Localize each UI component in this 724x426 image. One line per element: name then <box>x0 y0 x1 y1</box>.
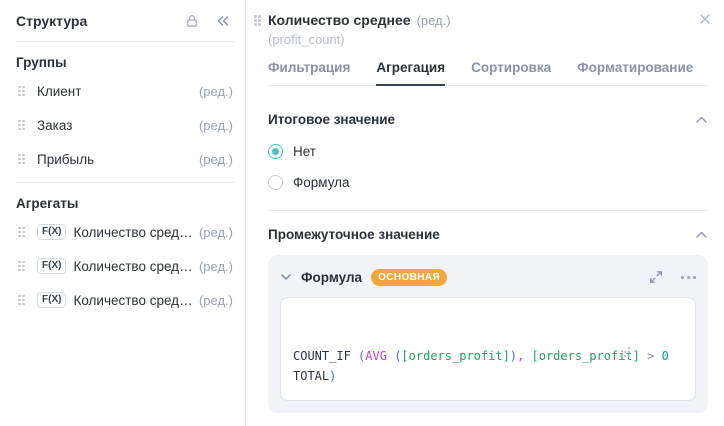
intermediate-value-title: Промежуточное значение <box>268 227 440 242</box>
settings-tab[interactable]: Сортировка <box>471 60 551 86</box>
group-item[interactable]: Заказ (ред.) <box>18 108 233 142</box>
aggregates-header: Агрегаты <box>16 196 79 211</box>
group-item-edit-link[interactable]: (ред.) <box>193 118 233 133</box>
formula-card-title: Формула <box>301 269 363 285</box>
settings-tab[interactable]: Форматирование <box>577 60 693 86</box>
sidebar-title: Структура <box>16 13 88 29</box>
formula-code-editor[interactable]: COUNT_IF (AVG ([orders_profit]), [orders… <box>280 297 696 401</box>
groups-list: Клиент (ред.) Заказ (ред.) Прибыль (ред.… <box>0 72 245 180</box>
chevron-up-icon[interactable] <box>695 230 708 240</box>
settings-tab[interactable]: Фильтрация <box>268 60 350 86</box>
groups-header: Группы <box>16 55 67 70</box>
chevron-up-icon[interactable] <box>695 115 708 125</box>
drag-handle-icon[interactable] <box>18 294 25 306</box>
more-options-icon[interactable] <box>681 275 696 279</box>
close-icon[interactable] <box>698 12 712 26</box>
section-divider <box>268 210 708 211</box>
group-item[interactable]: Прибыль (ред.) <box>18 142 233 176</box>
formula-fx-badge: F(X) <box>37 258 67 274</box>
tab-label: Фильтрация <box>268 60 351 75</box>
panel-title: Количество среднее <box>268 12 411 28</box>
formula-card: Формула ОСНОВНАЯ COUNT_IF (AVG ([orders_… <box>268 255 708 413</box>
tab-label: Форматирование <box>577 60 694 75</box>
collapse-panel-icon[interactable] <box>215 13 231 29</box>
radio-label: Нет <box>293 144 316 159</box>
group-item-label: Заказ <box>37 117 73 133</box>
group-item[interactable]: Клиент (ред.) <box>18 74 233 108</box>
formula-card-header: Формула ОСНОВНАЯ <box>280 264 696 290</box>
resize-grip-icon[interactable] <box>619 307 691 396</box>
field-id-subtitle: (profit_count) <box>268 32 345 47</box>
dataset-editor: Структура Группы Клиент (ред.) Заказ (ре… <box>0 0 724 426</box>
total-value-title: Итоговое значение <box>268 112 396 127</box>
group-item-label: Прибыль <box>37 151 95 167</box>
aggregate-item-edit-link[interactable]: (ред.) <box>193 259 233 274</box>
aggregate-item[interactable]: F(X) Количество среднее (ред.) <box>18 215 233 249</box>
aggregate-item[interactable]: F(X) Количество средн... (ред.) <box>18 249 233 283</box>
drag-handle-icon[interactable] <box>18 85 25 97</box>
radio-label: Формула <box>293 175 350 190</box>
chevron-down-icon[interactable] <box>280 271 292 283</box>
group-item-label: Клиент <box>37 83 82 99</box>
drag-handle-icon[interactable] <box>254 15 261 26</box>
aggregates-list: F(X) Количество среднее (ред.) F(X) Коли… <box>0 213 245 321</box>
drag-handle-icon[interactable] <box>18 153 25 165</box>
structure-sidebar: Структура Группы Клиент (ред.) Заказ (ре… <box>0 0 246 426</box>
total-value-section-header: Итоговое значение <box>268 112 708 127</box>
panel-header: Количество среднее (ред.) (profit_count) <box>254 12 710 47</box>
radio-option[interactable]: Нет <box>268 144 708 159</box>
aggregate-item[interactable]: F(X) Количество средн... (ред.) <box>18 283 233 317</box>
settings-tab[interactable]: Агрегация <box>376 60 446 86</box>
drag-handle-icon[interactable] <box>18 260 25 272</box>
group-item-edit-link[interactable]: (ред.) <box>193 152 233 167</box>
formula-fx-badge: F(X) <box>37 292 67 308</box>
radio-button[interactable] <box>268 144 283 159</box>
drag-handle-icon[interactable] <box>18 119 25 131</box>
radio-button[interactable] <box>268 175 283 190</box>
aggregate-item-edit-link[interactable]: (ред.) <box>193 293 233 308</box>
sidebar-header: Структура <box>0 0 245 39</box>
panel-title-edit-link[interactable]: (ред.) <box>417 13 451 28</box>
field-settings-panel: Количество среднее (ред.) (profit_count)… <box>246 0 724 426</box>
tab-label: Агрегация <box>376 60 446 75</box>
lock-icon[interactable] <box>184 13 200 29</box>
aggregate-item-label: Количество средн... <box>73 258 193 274</box>
group-item-edit-link[interactable]: (ред.) <box>193 84 233 99</box>
total-value-options: Нет Формула <box>268 144 708 190</box>
main-formula-badge: ОСНОВНАЯ <box>371 268 448 286</box>
tab-label: Сортировка <box>471 60 552 75</box>
intermediate-value-section-header: Промежуточное значение <box>268 227 708 242</box>
aggregate-item-label: Количество среднее <box>73 224 193 240</box>
radio-option[interactable]: Формула <box>268 175 708 190</box>
aggregate-item-edit-link[interactable]: (ред.) <box>193 225 233 240</box>
aggregate-item-label: Количество средн... <box>73 292 193 308</box>
expand-icon[interactable] <box>649 270 663 284</box>
drag-handle-icon[interactable] <box>18 226 25 238</box>
formula-fx-badge: F(X) <box>37 224 67 240</box>
settings-tabs: Фильтрация Агрегация Сортировка Форматир… <box>268 60 708 86</box>
